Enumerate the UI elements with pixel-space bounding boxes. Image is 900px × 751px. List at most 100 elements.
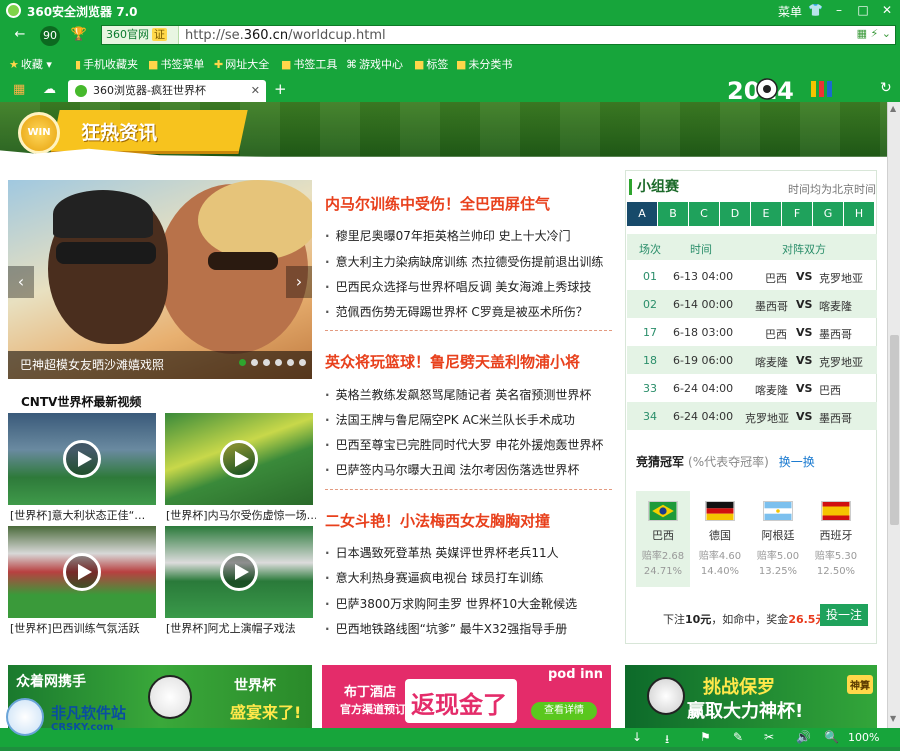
vertical-scrollbar[interactable]: ▲ ▼ [887,102,900,728]
slider-dot[interactable] [287,359,294,366]
match-row[interactable]: 33 6-24 04:00 喀麦隆 VS 巴西 [627,374,877,402]
news-item[interactable]: 巴西民众选择与世界杯唱反调 美女海滩上秀球技 [325,278,592,295]
tab-group-d[interactable]: D [720,202,750,226]
tab-group-h[interactable]: H [844,202,874,226]
photo-slider[interactable]: 巴神超模女友晒沙滩嬉戏照 ‹ › [8,180,312,379]
slider-dot[interactable] [263,359,270,366]
match-row[interactable]: 34 6-24 04:00 克罗地亚 VS 墨西哥 [627,402,877,430]
ad-details-button[interactable]: 查看详情 [531,702,597,720]
slider-next-button[interactable]: › [286,266,312,298]
match-row[interactable]: 01 6-13 04:00 巴西 VS 克罗地亚 [627,262,877,290]
play-icon[interactable] [220,440,258,478]
news-headline[interactable]: 内马尔训练中受伤！全巴西屏住气 [325,193,550,214]
play-icon[interactable] [63,553,101,591]
news-item[interactable]: 范佩西伤势无碍踢世界杯 C罗竟是被巫术所伤？ [325,303,588,320]
site-badge[interactable]: 360官网证 [102,26,179,44]
tab-group-e[interactable]: E [751,202,781,226]
news-item[interactable]: 意大利热身赛逼疯电视台 球员打车训练 [325,569,544,586]
news-item[interactable]: 意大利主力染病缺席训练 杰拉德受伤提前退出训练 [325,253,604,270]
back-button[interactable]: ← [9,25,31,45]
zoom-level[interactable]: 100% [848,731,879,744]
skin-shirt-icon[interactable]: 👕 [808,3,823,17]
news-item[interactable]: 巴萨3800万求购阿圭罗 世界杯10大金靴候选 [325,595,578,612]
team-option-germany[interactable]: 德国 赔率4.60 14.40% [693,491,747,587]
video-thumb[interactable] [8,526,156,618]
place-bet-button[interactable]: 投一注 [820,604,868,626]
scroll-thumb[interactable] [890,335,899,525]
video-thumb[interactable] [8,413,156,505]
news-item[interactable]: 法国王牌与鲁尼隔空PK AC米兰队长手术成功 [325,411,575,428]
browser-logo-icon [6,3,21,18]
slider-dot[interactable] [299,359,306,366]
cut-icon[interactable]: ✂ [764,730,774,744]
maximize-button[interactable]: □ [854,2,872,19]
play-icon[interactable] [63,440,101,478]
slider-dot[interactable] [239,359,246,366]
download-icon[interactable]: ↓ [632,730,642,744]
cloud-icon[interactable]: ☁ [43,82,56,97]
scroll-up-icon[interactable]: ▲ [890,104,896,113]
news-item[interactable]: 巴萨签内马尔曝大丑闻 法尔考因伤落选世界杯 [325,461,580,478]
grid-icon[interactable]: ▦ [13,82,25,97]
ad-banner-hotel[interactable]: pod inn 布丁酒店 官方渠道预订 返现金了 查看详情 [322,665,611,728]
url-tools[interactable]: ▦ ⚡ ⌄ [857,27,891,40]
news-item[interactable]: 巴西地铁路线图“坑爹” 最牛X32强指导手册 [325,620,568,637]
bookmark-favorites[interactable]: ★ 收藏 ▾ [9,56,52,72]
slider-dot[interactable] [251,359,258,366]
bookmark-tags[interactable]: ■ 标签 [414,56,448,72]
scroll-down-icon[interactable]: ▼ [890,714,896,723]
worldcup-90-icon[interactable]: 90 [40,26,60,46]
slider-dot[interactable] [275,359,282,366]
video-caption[interactable]: [世界杯]巴西训练气氛活跃 [10,620,160,636]
tab-group-c[interactable]: C [689,202,719,226]
bookmark-tools[interactable]: ■ 书签工具 [281,56,337,72]
news-headline[interactable]: 英众将玩篮球！鲁尼劈天盖利物浦小将 [325,351,580,372]
tab-group-f[interactable]: F [782,202,812,226]
video-caption[interactable]: [世界杯]内马尔受伤虚惊一场… [166,507,316,523]
germany-flag-icon [705,501,735,521]
url-text[interactable]: http://se.360.cn/worldcup.html [185,28,386,43]
close-button[interactable]: ✕ [878,2,896,19]
save-icon[interactable]: ⭳ [665,730,669,751]
minimize-button[interactable]: – [830,2,848,19]
pen-icon[interactable]: ✎ [733,730,743,744]
news-item[interactable]: 穆里尼奥曝07年拒英格兰帅印 史上十大冷门 [325,227,571,244]
news-item[interactable]: 英格兰教练发飙怒骂尾随记者 英名宿预测世界杯 [325,386,592,403]
match-row[interactable]: 02 6-14 00:00 墨西哥 VS 喀麦隆 [627,290,877,318]
video-thumb[interactable] [165,413,313,505]
slider-prev-button[interactable]: ‹ [8,266,34,298]
team-option-argentina[interactable]: 阿根廷 赔率5.00 13.25% [751,491,805,587]
refresh-link[interactable]: 换一换 [779,455,815,469]
tab-group-g[interactable]: G [813,202,843,226]
url-input[interactable]: 360官网证 http://se.360.cn/worldcup.html ▦ … [101,25,896,45]
bookmark-unsorted[interactable]: ■ 未分类书 [456,56,512,72]
match-row[interactable]: 17 6-18 03:00 巴西 VS 墨西哥 [627,318,877,346]
tab-group-a[interactable]: A [627,202,657,226]
video-caption[interactable]: [世界杯]意大利状态正佳“… [10,507,160,523]
slider-dots[interactable] [234,355,306,369]
tab-close-icon[interactable]: ✕ [251,80,260,102]
tab-group-b[interactable]: B [658,202,688,226]
trophy-icon[interactable]: 🏆 [68,25,90,45]
menu-button[interactable]: 菜单 [778,3,802,20]
team-option-brazil[interactable]: 巴西 赔率2.68 24.71% [636,491,690,587]
tab-active[interactable]: 360浏览器-疯狂世界杯 ✕ [68,80,266,102]
match-row[interactable]: 18 6-19 06:00 喀麦隆 VS 克罗地亚 [627,346,877,374]
play-icon[interactable] [220,553,258,591]
bookmark-site-nav[interactable]: ✚ 网址大全 [214,56,269,72]
news-headline[interactable]: 二女斗艳！小法梅西女友胸胸对撞 [325,510,550,531]
bookmark-games[interactable]: ⌘ 游戏中心 [346,56,403,72]
ad-banner-paul[interactable]: 挑战保罗 赢取大力神杯! 神算 [625,665,877,728]
new-tab-button[interactable]: + [274,80,287,98]
bookmark-menu[interactable]: ■ 书签菜单 [148,56,204,72]
team-option-spain[interactable]: 西班牙 赔率5.30 12.50% [809,491,863,587]
speaker-icon[interactable]: 🔊 [796,730,811,744]
bookmark-mobile[interactable]: ▮ 手机收藏夹 [75,56,138,72]
video-caption[interactable]: [世界杯]阿尤上演帽子戏法 [166,620,316,636]
news-item[interactable]: 巴西至尊宝已完胜同时代大罗 申花外援炮轰世界杯 [325,436,604,453]
news-item[interactable]: 日本遇致死登革热 英媒评世界杯老兵11人 [325,544,559,561]
flag-icon[interactable]: ⚑ [700,730,711,744]
video-thumb[interactable] [165,526,313,618]
refresh-icon[interactable]: ↻ [880,80,892,96]
zoom-icon[interactable]: 🔍 [824,730,839,744]
